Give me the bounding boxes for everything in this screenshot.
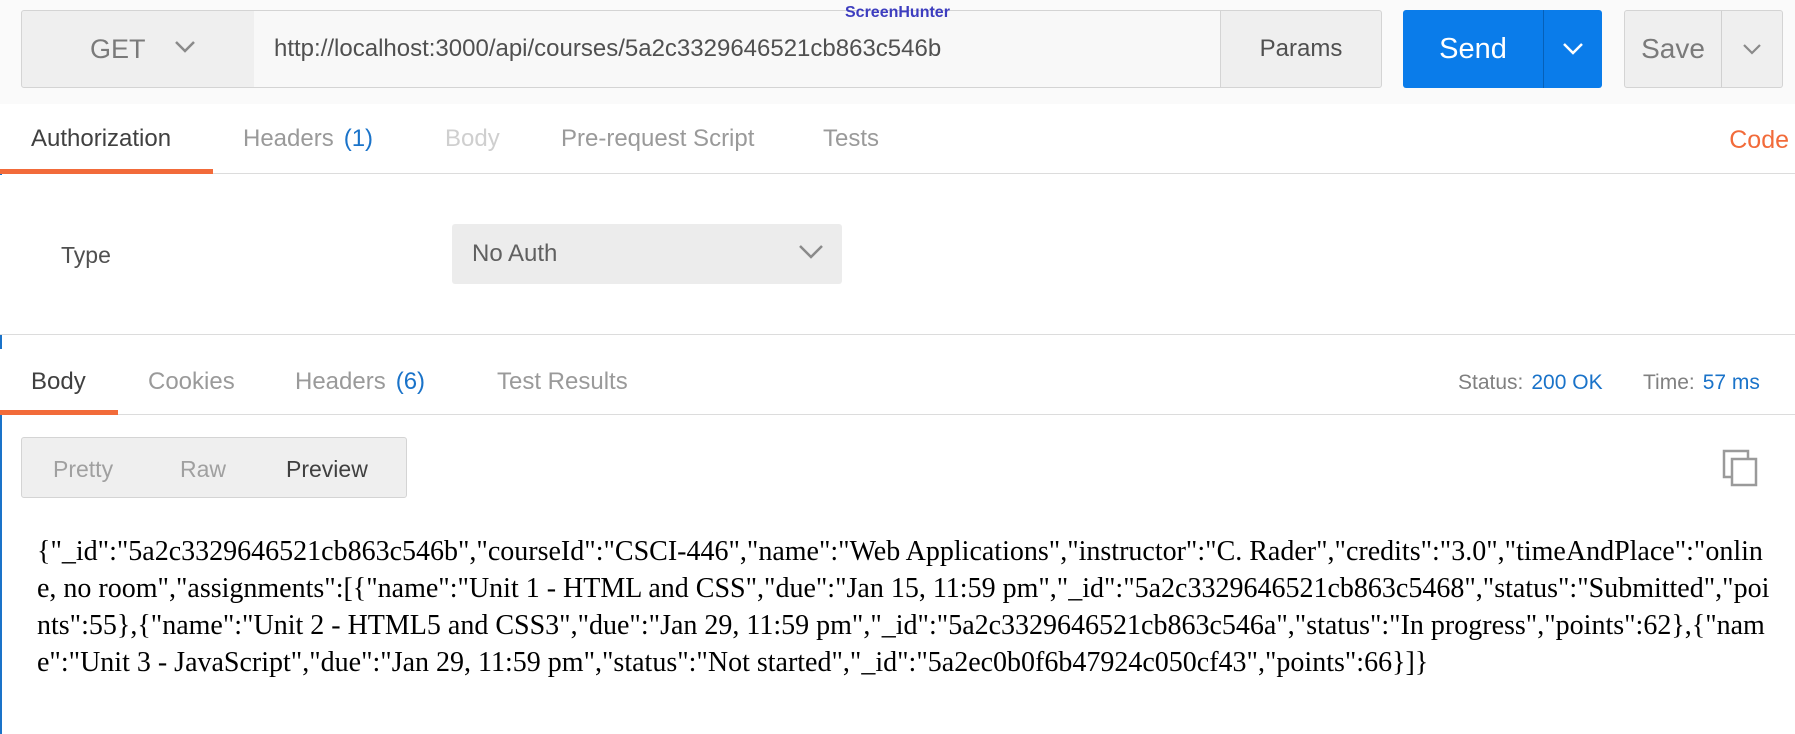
tab-tests[interactable]: Tests — [823, 104, 879, 174]
authorization-pane: Type No Auth — [0, 175, 1795, 335]
copy-icon[interactable] — [1722, 449, 1760, 487]
response-body-preview: {"_id":"5a2c3329646521cb863c546b","cours… — [37, 536, 1770, 678]
time-label: Time: — [1643, 371, 1695, 394]
headers-count-badge: (1) — [343, 125, 374, 152]
response-status: Status: 200 OK — [1458, 371, 1603, 395]
chevron-down-icon — [1563, 43, 1583, 55]
params-button[interactable]: Params — [1220, 10, 1382, 88]
save-dropdown-button[interactable] — [1721, 10, 1783, 88]
method-select[interactable]: GET — [21, 10, 255, 88]
status-value: 200 OK — [1531, 371, 1603, 394]
tab-label: Authorization — [31, 125, 172, 152]
chevron-down-icon — [799, 245, 823, 259]
tab-label: Headers — [243, 125, 334, 152]
method-label: GET — [90, 33, 146, 64]
save-button[interactable]: Save — [1624, 10, 1722, 88]
tab-label: Body — [445, 125, 500, 152]
view-mode-raw[interactable]: Raw — [180, 456, 226, 483]
tab-label: Cookies — [148, 368, 235, 395]
tab-pre-request-script[interactable]: Pre-request Script — [561, 104, 754, 174]
send-button[interactable]: Send — [1403, 10, 1543, 88]
time-value: 57 ms — [1702, 371, 1760, 394]
send-dropdown-button[interactable] — [1543, 10, 1602, 88]
chevron-down-icon — [1743, 43, 1761, 55]
active-tab-indicator — [0, 169, 213, 174]
chevron-down-icon — [175, 41, 195, 53]
view-mode-preview[interactable]: Preview — [286, 456, 368, 483]
tab-label: Headers — [295, 368, 386, 395]
auth-type-value: No Auth — [472, 240, 558, 267]
status-label: Status: — [1458, 371, 1524, 394]
active-tab-indicator — [0, 410, 118, 415]
url-text: http://localhost:3000/api/courses/5a2c33… — [274, 35, 942, 62]
tab-authorization[interactable]: Authorization — [31, 104, 171, 174]
response-time: Time: 57 ms — [1643, 371, 1760, 395]
response-tab-headers[interactable]: Headers (6) — [295, 349, 425, 415]
response-tab-body[interactable]: Body — [31, 349, 86, 415]
url-input[interactable]: http://localhost:3000/api/courses/5a2c33… — [254, 10, 1221, 88]
tab-label: Tests — [823, 125, 880, 152]
tab-label: Test Results — [497, 368, 628, 395]
view-mode-toggle: Pretty Raw Preview — [21, 437, 407, 498]
request-bar: GET http://localhost:3000/api/courses/5a… — [0, 0, 1795, 104]
code-link[interactable]: Code — [1729, 126, 1789, 155]
response-tab-cookies[interactable]: Cookies — [148, 349, 235, 415]
tab-label: Body — [31, 368, 86, 395]
response-tab-test-results[interactable]: Test Results — [497, 349, 628, 415]
response-tabs: Body Cookies Headers (6) Test Results St… — [0, 349, 1795, 415]
screenhunter-watermark: ScreenHunter — [845, 4, 950, 21]
headers-count-badge: (6) — [395, 368, 426, 395]
tab-label: Pre-request Script — [561, 125, 755, 152]
tab-headers[interactable]: Headers (1) — [243, 104, 373, 174]
request-tabs: Authorization Headers (1) Body Pre-reque… — [0, 104, 1795, 174]
auth-type-select[interactable]: No Auth — [452, 224, 842, 284]
auth-type-label: Type — [61, 242, 111, 268]
tab-body[interactable]: Body — [445, 104, 500, 174]
view-mode-pretty[interactable]: Pretty — [53, 456, 113, 483]
